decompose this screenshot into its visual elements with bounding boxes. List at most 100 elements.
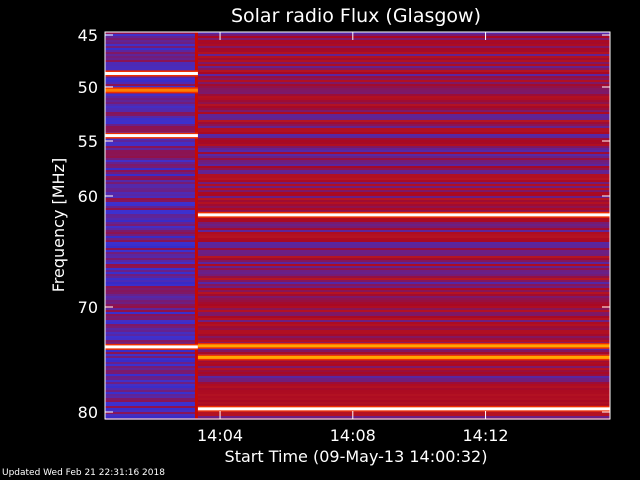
spectrogram-row-early [105, 184, 198, 186]
spectrogram-row [197, 200, 610, 202]
spectrogram-row [197, 176, 610, 178]
spectrogram-row [197, 322, 610, 324]
spectrogram-row [197, 164, 610, 166]
spectrogram-row [197, 220, 610, 222]
spectrogram-row [197, 328, 610, 330]
spectrogram-row-early [105, 308, 198, 310]
spectrogram-row [197, 114, 610, 116]
spectrogram-row [197, 144, 610, 146]
spectrogram-row-early [105, 208, 198, 210]
spectrogram-row [197, 412, 610, 414]
spectrogram-row [197, 118, 610, 120]
spectrogram-row-early [105, 100, 198, 102]
spectrogram-row [197, 140, 610, 142]
bright-band [197, 355, 610, 359]
spectrogram-row-early [105, 332, 198, 334]
spectrogram-row [197, 34, 610, 36]
spectrogram-row-early [105, 114, 198, 116]
spectrogram-row-early [105, 186, 198, 188]
spectrogram-row [197, 128, 610, 130]
spectrogram-row-early [105, 262, 198, 264]
spectrogram-row [197, 72, 610, 74]
spectrogram-row-early [105, 318, 198, 320]
spectrogram-row-early [105, 200, 198, 202]
spectrogram-row-early [105, 102, 198, 104]
spectrogram-row-early [105, 304, 198, 306]
spectrogram-row [197, 190, 610, 192]
spectrogram-row [197, 52, 610, 54]
update-timestamp: Updated Wed Feb 21 22:31:16 2018 [2, 468, 165, 478]
spectrogram-row-early [105, 54, 198, 56]
spectrogram-row [197, 150, 610, 152]
spectrogram-row [197, 250, 610, 252]
spectrogram-row [197, 390, 610, 392]
spectrogram-row-early [105, 386, 198, 388]
spectrogram-row [197, 248, 610, 250]
spectrogram-row [197, 364, 610, 366]
spectrogram-row [197, 66, 610, 68]
spectrogram-row-early [105, 338, 198, 340]
spectrogram-row [197, 170, 610, 172]
spectrogram-row-early [105, 264, 198, 266]
spectrogram-row [197, 126, 610, 128]
spectrogram-row-early [105, 258, 198, 260]
spectrogram-row [197, 352, 610, 354]
spectrogram-row-early [105, 390, 198, 392]
spectrogram-row [197, 414, 610, 416]
spectrogram-row-early [105, 108, 198, 110]
spectrogram-row-early [105, 410, 198, 412]
bright-band [197, 344, 610, 348]
spectrogram-row-early [105, 170, 198, 172]
spectrogram-row [197, 76, 610, 78]
spectrogram-row-early [105, 252, 198, 254]
spectrogram-row [197, 156, 610, 158]
spectrogram-row [197, 304, 610, 306]
spectrogram-row-early [105, 270, 198, 272]
spectrogram-row [197, 224, 610, 226]
spectrogram-row-early [105, 230, 198, 232]
spectrogram-row [197, 274, 610, 276]
spectrogram-row [197, 276, 610, 278]
spectrogram-row-early [105, 130, 198, 132]
spectrogram-row [197, 396, 610, 398]
spectrogram-row [197, 138, 610, 140]
spectrogram-row [197, 266, 610, 268]
spectrogram-row-early [105, 284, 198, 286]
spectrogram-row-early [105, 226, 198, 228]
spectrogram-row-early [105, 172, 198, 174]
spectrogram-row-early [105, 322, 198, 324]
spectrogram-row-early [105, 416, 198, 418]
bright-band [197, 213, 610, 217]
spectrogram-row [197, 196, 610, 198]
spectrogram-row-early [105, 324, 198, 326]
spectrogram-row [197, 38, 610, 40]
spectrogram-row [197, 222, 610, 224]
spectrogram-row [197, 334, 610, 336]
spectrogram-row [197, 44, 610, 46]
spectrogram-row [197, 292, 610, 294]
spectrogram-row [197, 282, 610, 284]
spectrogram-row [197, 98, 610, 100]
spectrogram-row [197, 338, 610, 340]
spectrogram-row-early [105, 112, 198, 114]
spectrogram-row [197, 380, 610, 382]
spectrogram-row-early [105, 196, 198, 198]
spectrogram-row-early [105, 140, 198, 142]
spectrogram-row-early [105, 42, 198, 44]
spectrogram-row [197, 324, 610, 326]
spectrogram-row-early [105, 182, 198, 184]
spectrogram-row-early [105, 68, 198, 70]
spectrogram-row [197, 308, 610, 310]
spectrogram-row-early [105, 198, 198, 200]
spectrogram-row-early [105, 214, 198, 216]
spectrogram-row [197, 110, 610, 112]
spectrogram-row [197, 116, 610, 118]
spectrogram-row-early [105, 328, 198, 330]
spectrogram-row [197, 108, 610, 110]
spectrogram-row [197, 264, 610, 266]
spectrogram-row [197, 208, 610, 210]
spectrogram-row [197, 298, 610, 300]
spectrogram-row-early [105, 274, 198, 276]
spectrogram-row-early [105, 256, 198, 258]
spectrogram-row-early [105, 160, 198, 162]
